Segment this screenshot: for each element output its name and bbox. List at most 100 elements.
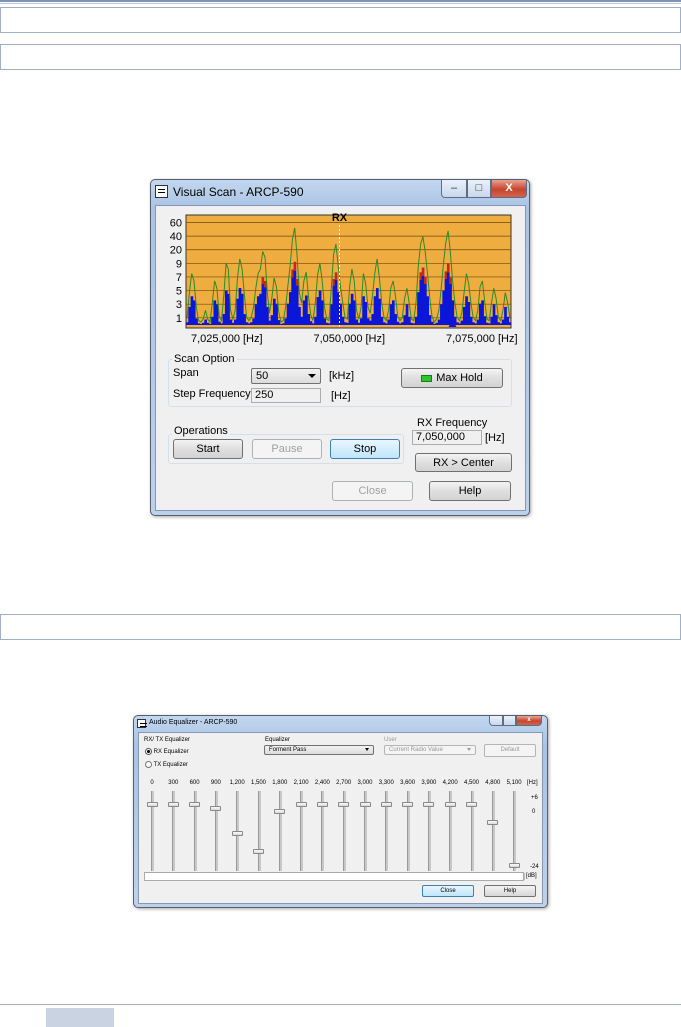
span-label: Span [173,367,199,379]
chevron-down-icon [467,748,471,751]
rx-center-button[interactable]: RX > Center [415,453,512,472]
signal-bar [456,322,459,325]
signal-bar [373,296,377,325]
band-slider-thumb[interactable] [359,801,371,807]
band-frequency-label: 2,100 [293,780,309,786]
rx-tx-caption: RX/ TX Equalizer [144,737,190,743]
signal-bar [321,300,324,325]
rx-equalizer-radio[interactable]: RX Equalizer [145,748,189,755]
close-button[interactable]: Close [422,885,474,897]
maximize-button[interactable] [503,716,516,726]
band-slider-thumb[interactable] [189,801,201,807]
band-slider-track[interactable] [491,791,495,871]
spectrum-chart[interactable]: 60 40 209 7 53 1 RX 7,025,000 [Hz] 7,050,000 [Hz… [156,206,527,346]
hz-unit: [Hz] [527,780,538,786]
band-slider-thumb[interactable] [210,806,222,812]
signal-bar [327,323,331,325]
signal-bar [259,293,262,325]
band-slider-thumb[interactable] [466,801,477,807]
band-slider-thumb[interactable] [253,849,264,855]
signal-bar [380,316,384,325]
signal-bar [408,316,411,325]
band-slider-track[interactable] [257,791,261,871]
band-slider-thumb[interactable] [423,801,435,807]
close-window-button[interactable]: X [491,180,527,198]
signal-bar [325,322,329,325]
signal-bar [330,304,333,325]
band-slider-track[interactable] [278,791,282,871]
signal-bar [243,314,246,325]
band-slider-track[interactable] [513,791,517,871]
pause-button[interactable]: Pause [252,439,322,459]
signal-bar [240,293,244,325]
minimize-button[interactable] [489,716,503,726]
minimize-button[interactable]: – [441,180,467,198]
signal-bar [236,298,240,325]
step-frequency-field[interactable]: 250 [251,388,321,403]
step-frequency-label: Step Frequency [173,388,251,400]
maximize-button[interactable]: □ [467,180,491,198]
y-tick-label: 7 [176,272,182,284]
band-slider-thumb[interactable] [338,801,350,807]
signal-bar [506,316,510,325]
signal-bar [343,322,347,325]
band-frequency-label: 900 [210,780,221,786]
band-frequency-label: 1,500 [250,780,266,786]
signal-bar [318,290,322,325]
start-button[interactable]: Start [173,439,243,459]
peak-bar [449,277,452,284]
band-slider-thumb[interactable] [487,819,499,825]
close-button[interactable]: Close [332,481,413,501]
signal-bar [295,285,299,325]
signal-bar [288,292,292,325]
span-unit: [kHz] [329,370,355,382]
signal-bar [421,275,425,325]
band-slider-thumb[interactable] [402,801,414,807]
signal-bar [508,322,512,325]
signal-bar [222,314,226,325]
signal-bar [350,293,354,325]
band-frequency-label: 2,400 [314,780,330,786]
signal-bar [263,287,267,325]
help-button[interactable]: Help [484,885,536,897]
band-frequency-label: 3,900 [421,780,437,786]
user-select[interactable]: Current Radio Value [384,745,476,755]
signal-bar [359,318,363,325]
band-slider-thumb[interactable] [444,801,456,807]
band-slider-thumb[interactable] [295,801,307,807]
help-button[interactable]: Help [429,481,511,501]
equalizer-select[interactable]: Forment Pass [264,745,374,755]
band-frequency-label: 600 [189,780,200,786]
band-slider-thumb[interactable] [508,863,520,868]
span-select[interactable]: 50 [251,368,321,384]
peak-bar [424,277,427,284]
peak-bar [293,261,297,271]
signal-bar [428,315,432,325]
max-hold-button[interactable]: Max Hold [401,368,503,388]
scale-top: +6 [531,795,538,801]
band-slider-thumb[interactable] [316,801,328,807]
band-slider-thumb[interactable] [274,808,286,814]
band-slider-thumb[interactable] [146,801,158,807]
default-button[interactable]: Default [484,744,536,757]
band-slider-thumb[interactable] [167,801,179,807]
y-tick-label: 5 [176,286,182,298]
signal-bar [300,316,304,325]
close-window-button[interactable]: x [516,716,542,726]
signal-bar [440,304,443,325]
signal-bar [234,319,237,325]
tx-equalizer-radio[interactable]: TX Equalizer [145,761,188,768]
signal-bar [218,321,221,325]
signal-bar [282,323,285,325]
signal-bar [195,318,198,325]
y-tick-label: 3 [176,299,182,311]
rx-frequency-field[interactable]: 7,050,000 [412,430,482,445]
signal-bar [467,302,471,325]
band-slider-track[interactable] [214,791,218,871]
signal-bar [188,306,191,325]
rx-frequency-label: RX Frequency [417,417,488,429]
band-slider-thumb[interactable] [231,831,243,837]
signal-bar [499,323,503,325]
stop-button[interactable]: Stop [330,439,400,459]
band-slider-thumb[interactable] [380,801,392,807]
